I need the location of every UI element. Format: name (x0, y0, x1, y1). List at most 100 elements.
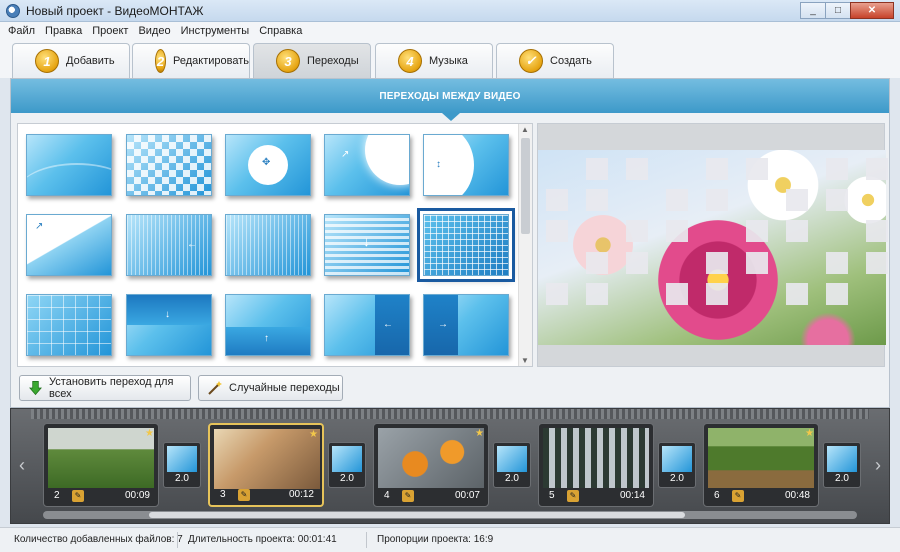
timeline-transition[interactable]: 2.0 (658, 442, 696, 488)
transition-thumb[interactable]: ✥ (225, 134, 311, 196)
transition-duration: 2.0 (670, 473, 684, 484)
transition-thumb[interactable]: ↓ (324, 214, 410, 276)
transition-tile (546, 220, 568, 243)
section-title: ПЕРЕХОДЫ МЕЖДУ ВИДЕО (379, 90, 521, 102)
status-divider (366, 532, 367, 548)
step-badge: 3 (276, 49, 300, 73)
tab-create[interactable]: ✓ Создать (496, 43, 614, 78)
tab-edit[interactable]: 2 Редактировать (132, 43, 250, 78)
tab-add[interactable]: 1 Добавить (12, 43, 130, 78)
status-duration: Длительность проекта: 00:01:41 (188, 534, 337, 545)
checkmark-icon: ✓ (519, 49, 543, 73)
clip-duration: 00:07 (454, 490, 480, 501)
transition-thumb[interactable]: ← (324, 294, 410, 356)
transition-tile (866, 251, 888, 274)
timeline-clip[interactable]: ★ 2 ✎ 00:09 (43, 423, 159, 507)
transition-tile (626, 220, 648, 243)
transition-thumb[interactable]: ↗ (26, 214, 112, 276)
timeline-transition[interactable]: 2.0 (493, 442, 531, 488)
left-arrow-icon: ← (187, 239, 197, 250)
transition-thumb[interactable]: ↕ (423, 134, 509, 196)
tab-transitions[interactable]: 3 Переходы (253, 43, 371, 78)
star-icon: ★ (805, 428, 814, 439)
transition-tile (826, 189, 848, 212)
transition-thumb[interactable] (26, 294, 112, 356)
title-bar: Новый проект - ВидеоМОНТАЖ _ □ ✕ (0, 0, 900, 22)
transition-tile (826, 158, 848, 180)
timeline-left-arrow-icon[interactable]: ‹ (14, 455, 30, 479)
menu-edit[interactable]: Правка (45, 25, 82, 37)
timeline-transition[interactable]: 2.0 (328, 442, 366, 488)
timeline-right-arrow-icon[interactable]: › (870, 455, 886, 479)
transition-thumb-selected[interactable] (417, 208, 515, 282)
timeline-transition[interactable]: 2.0 (163, 442, 201, 488)
transition-tile (866, 220, 888, 243)
down-arrow-icon: ↓ (363, 233, 370, 249)
menu-tools[interactable]: Инструменты (181, 25, 250, 37)
transition-preview (827, 446, 857, 472)
scroll-up-icon[interactable]: ▲ (521, 125, 529, 134)
menu-video[interactable]: Видео (138, 25, 170, 37)
timeline-scrollbar[interactable] (43, 511, 857, 519)
transition-tile (586, 189, 608, 212)
tab-label: Музыка (429, 55, 468, 67)
edit-pencil-icon[interactable]: ✎ (732, 490, 744, 502)
menu-file[interactable]: Файл (8, 25, 35, 37)
clip-thumbnail (378, 428, 484, 488)
transition-thumb[interactable]: ↓ (126, 294, 212, 356)
left-arrow-icon: ← (383, 319, 393, 330)
transition-thumb[interactable] (26, 134, 112, 196)
close-button[interactable]: ✕ (850, 2, 894, 19)
transition-thumb[interactable]: ↑ (225, 294, 311, 356)
tab-label: Редактировать (173, 55, 249, 67)
transition-preview (497, 446, 527, 472)
transitions-panel: ПЕРЕХОДЫ МЕЖДУ ВИДЕО ✥ ↗ ↕ ↗ ← ↓ ↓ ↑ ← →… (10, 78, 890, 408)
clip-thumbnail (48, 428, 154, 488)
status-divider (177, 532, 178, 548)
edit-pencil-icon[interactable]: ✎ (238, 489, 250, 501)
timeline: ‹ › ★ 2 ✎ 00:09 2.0 ★ 3 ✎ 00:12 2.0 ★ 4 … (10, 408, 890, 524)
transition-tile (666, 220, 688, 243)
up-arrow-icon: ↑ (264, 333, 269, 344)
random-transitions-button[interactable]: Случайные переходы (198, 375, 343, 401)
menu-project[interactable]: Проект (92, 25, 128, 37)
timeline-clip-selected[interactable]: ★ 3 ✎ 00:12 (208, 423, 324, 507)
menu-help[interactable]: Справка (259, 25, 302, 37)
scrollbar-thumb[interactable] (521, 138, 530, 234)
transition-preview (167, 446, 197, 472)
transition-tile (626, 251, 648, 274)
apply-all-label: Установить переход для всех (49, 376, 174, 400)
timeline-clip[interactable]: ★ 4 ✎ 00:07 (373, 423, 489, 507)
step-badge: 2 (155, 49, 166, 73)
timeline-transition[interactable]: 2.0 (823, 442, 861, 488)
vertical-arrows-icon: ↕ (436, 159, 441, 170)
maximize-button[interactable]: □ (825, 2, 851, 19)
tab-music[interactable]: 4 Музыка (375, 43, 493, 78)
edit-pencil-icon[interactable]: ✎ (402, 490, 414, 502)
transition-thumb[interactable] (126, 134, 212, 196)
minimize-button[interactable]: _ (800, 2, 826, 19)
edit-pencil-icon[interactable]: ✎ (567, 490, 579, 502)
transition-tile (826, 282, 848, 305)
timeline-clip[interactable]: ★ 6 ✎ 00:48 (703, 423, 819, 507)
diagonal-arrow-icon: ↗ (35, 221, 44, 232)
gallery-scrollbar[interactable]: ▲ ▼ (518, 124, 532, 366)
edit-pencil-icon[interactable]: ✎ (72, 490, 84, 502)
window-controls: _ □ ✕ (800, 2, 894, 19)
timeline-clip[interactable]: 5 ✎ 00:14 (538, 423, 654, 507)
transition-tile (706, 158, 728, 180)
transition-thumb[interactable]: ← (126, 214, 212, 276)
transition-thumb[interactable]: → (423, 294, 509, 356)
clip-duration: 00:14 (619, 490, 645, 501)
transition-tile (706, 189, 728, 212)
scroll-down-icon[interactable]: ▼ (521, 356, 529, 365)
transition-tile (706, 282, 728, 305)
transition-thumb[interactable] (225, 214, 311, 276)
transition-thumb[interactable]: ↗ (324, 134, 410, 196)
transition-duration: 2.0 (835, 473, 849, 484)
status-bar: Количество добавленных файлов: 7 Длитель… (0, 527, 900, 552)
star-icon: ★ (309, 429, 318, 440)
clip-thumbnail (708, 428, 814, 488)
apply-all-button[interactable]: Установить переход для всех (19, 375, 191, 401)
timeline-scrollbar-thumb[interactable] (149, 512, 685, 518)
